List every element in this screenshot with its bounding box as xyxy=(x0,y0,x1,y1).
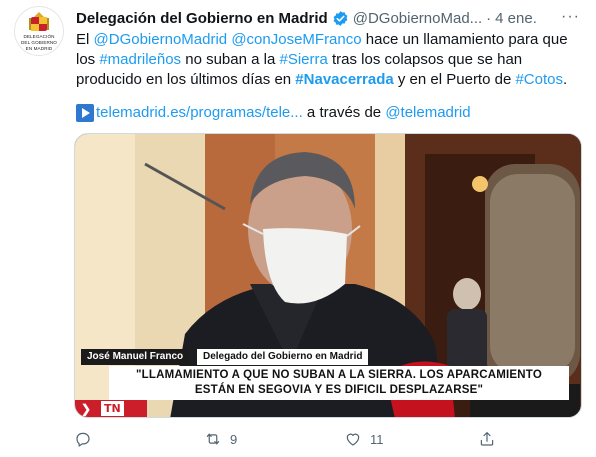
display-name[interactable]: Delegación del Gobierno en Madrid xyxy=(76,10,328,27)
verified-badge-icon xyxy=(333,10,348,26)
text-segment: y en el Puerto de xyxy=(393,71,516,88)
caption-quote-line1: "LLAMAMIENTO A QUE NO SUBAN A LA SIERRA.… xyxy=(136,369,542,381)
caption-quote-line2: ESTÁN EN SEGOVIA Y ES DIFICIL DESPLAZARS… xyxy=(194,384,484,396)
video-player[interactable]: ✖ José Manuel Franco Delegado del Gobier… xyxy=(74,133,582,418)
tweet-text: El @DGobiernoMadrid @conJoseMFranco hace… xyxy=(76,30,584,90)
shared-url[interactable]: telemadrid.es/programas/tele... xyxy=(96,103,303,123)
caption-person-name: José Manuel Franco xyxy=(81,349,190,365)
avatar-org-line3: EN MADRID xyxy=(25,46,53,51)
avatar-org-line1: DELEGACIÓN xyxy=(23,34,55,39)
hashtag-sierra[interactable]: #Sierra xyxy=(279,51,327,68)
like-button[interactable]: 11 xyxy=(344,428,384,450)
separator-dot: · xyxy=(486,9,492,27)
text-segment: El xyxy=(76,31,94,48)
share-icon xyxy=(480,432,494,446)
heart-icon xyxy=(346,433,360,446)
play-emoji-icon xyxy=(76,104,94,122)
avatar-org-line2: DEL GOBIERNO xyxy=(20,40,57,45)
like-count: 11 xyxy=(370,431,384,447)
retweet-count: 9 xyxy=(230,431,238,447)
text-segment: . xyxy=(563,71,568,88)
hashtag-cotos[interactable]: #Cotos xyxy=(515,71,563,88)
channel-logo: TN xyxy=(101,401,124,416)
caption-person-role: Delegado del Gobierno en Madrid xyxy=(197,349,369,365)
shared-link-line: telemadrid.es/programas/tele... a través… xyxy=(76,103,471,123)
share-button[interactable] xyxy=(478,428,504,450)
hashtag-navacerrada[interactable]: #Navacerrada xyxy=(295,71,393,88)
tweet-header: Delegación del Gobierno en Madrid @DGobi… xyxy=(76,8,586,28)
more-options-icon[interactable]: ··· xyxy=(561,8,580,26)
reply-button[interactable] xyxy=(74,428,100,450)
tweet-card[interactable]: DELEGACIÓN DEL GOBIERNO EN MADRID Delega… xyxy=(0,0,596,457)
text-segment: no suban a la xyxy=(181,51,280,68)
retweet-icon xyxy=(206,433,220,445)
avatar[interactable]: DELEGACIÓN DEL GOBIERNO EN MADRID xyxy=(14,6,64,56)
retweet-button[interactable]: 9 xyxy=(204,428,237,450)
caption-quote: "LLAMAMIENTO A QUE NO SUBAN A LA SIERRA.… xyxy=(109,366,569,400)
mention-telemadrid[interactable]: @telemadrid xyxy=(385,103,470,123)
tweet-actions: 9 11 xyxy=(74,428,504,450)
hashtag-madrilenos[interactable]: #madrileños xyxy=(99,51,181,68)
coat-of-arms-icon xyxy=(29,12,49,31)
via-text: a través de xyxy=(302,104,386,121)
mention-dgobiernomadrid[interactable]: @DGobiernoMadrid xyxy=(94,31,228,48)
chevron-right-icon: ❯ xyxy=(81,402,92,416)
tweet-date[interactable]: 4 ene. xyxy=(495,10,537,27)
reply-icon xyxy=(76,432,90,447)
user-handle[interactable]: @DGobiernoMad... xyxy=(353,10,482,27)
mention-conjosemfranco[interactable]: @conJoseMFranco xyxy=(231,31,361,48)
